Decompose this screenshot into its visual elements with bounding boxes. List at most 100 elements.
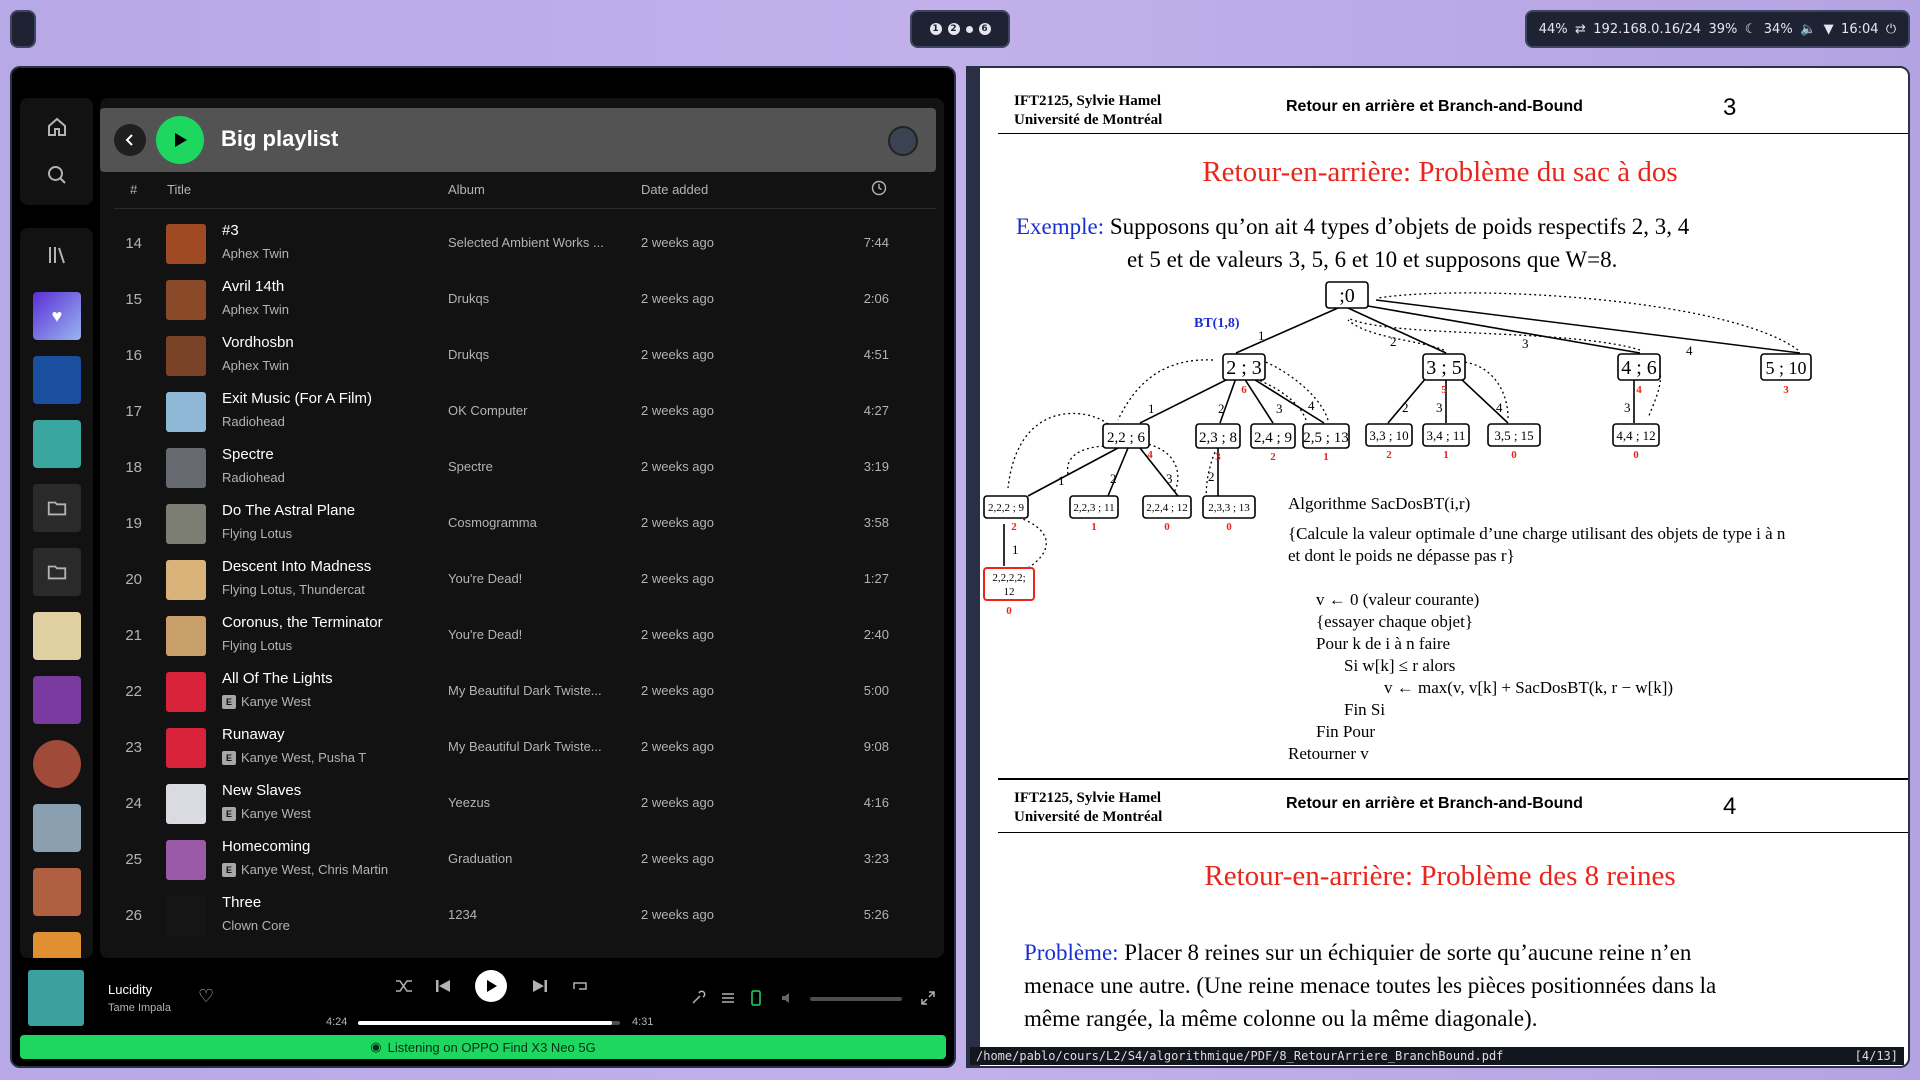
column-header-date[interactable]: Date added: [641, 182, 708, 197]
folder-icon[interactable]: [33, 484, 81, 532]
track-artist[interactable]: Kanye West: [241, 806, 311, 821]
track-title[interactable]: All Of The Lights: [222, 670, 333, 687]
track-title[interactable]: Runaway: [222, 726, 285, 743]
track-title[interactable]: Three: [222, 894, 261, 911]
track-album[interactable]: Selected Ambient Works ...: [448, 235, 628, 250]
track-title[interactable]: Coronus, the Terminator: [222, 614, 383, 631]
track-artist[interactable]: Aphex Twin: [222, 246, 289, 261]
library-item[interactable]: [33, 420, 81, 468]
table-row[interactable]: 19 Do The Astral Plane Flying Lotus Cosmogr…: [100, 496, 936, 552]
table-row[interactable]: 25 Homecoming E Kanye West, Chris Martin Gra…: [100, 832, 936, 888]
table-row[interactable]: 24 New Slaves E Kanye West Yeezus 2 weeks ago…: [100, 776, 936, 832]
track-title[interactable]: Vordhosbn: [222, 334, 294, 351]
library-item[interactable]: [33, 804, 81, 852]
table-row[interactable]: 23 Runaway E Kanye West, Pusha T My Beautifu…: [100, 720, 936, 776]
track-artist-line: Flying Lotus: [222, 526, 292, 541]
track-album[interactable]: My Beautiful Dark Twiste...: [448, 683, 628, 698]
column-header-album[interactable]: Album: [448, 182, 485, 197]
track-album[interactable]: Drukqs: [448, 347, 628, 362]
table-row[interactable]: 14 #3 Aphex Twin Selected Ambient Works ...…: [100, 216, 936, 272]
device-icon[interactable]: [750, 990, 762, 1011]
device-status-bar[interactable]: ◉ Listening on OPPO Find X3 Neo 5G: [20, 1035, 946, 1059]
progress-bar[interactable]: [358, 1021, 620, 1025]
now-playing-art[interactable]: [28, 970, 84, 1026]
workspace-1[interactable]: 1: [929, 23, 942, 35]
power-icon[interactable]: ⏻: [1886, 22, 1896, 37]
library-artist-avatar[interactable]: [33, 740, 81, 788]
track-title[interactable]: New Slaves: [222, 782, 301, 799]
next-icon[interactable]: [532, 978, 548, 999]
table-row[interactable]: 22 All Of The Lights E Kanye West My Beautif…: [100, 664, 936, 720]
library-icon[interactable]: [20, 240, 93, 270]
track-artist[interactable]: Kanye West, Pusha T: [241, 750, 366, 765]
fullscreen-icon[interactable]: [920, 990, 936, 1011]
track-artist[interactable]: Clown Core: [222, 918, 290, 933]
track-title[interactable]: Spectre: [222, 446, 274, 463]
track-date-added: 2 weeks ago: [641, 627, 714, 642]
track-album[interactable]: 1234: [448, 907, 628, 922]
folder-icon[interactable]: [33, 548, 81, 596]
library-item[interactable]: [33, 676, 81, 724]
clock-icon[interactable]: [871, 180, 887, 199]
track-title[interactable]: Exit Music (For A Film): [222, 390, 372, 407]
play-pause-button[interactable]: [475, 970, 507, 1002]
table-row[interactable]: 18 Spectre Radiohead Spectre 2 weeks ago 3:19: [100, 440, 936, 496]
track-artist[interactable]: Flying Lotus: [222, 638, 292, 653]
track-artist[interactable]: Kanye West, Chris Martin: [241, 862, 388, 877]
search-icon[interactable]: [20, 160, 93, 190]
play-button[interactable]: [156, 116, 204, 164]
track-artist[interactable]: Flying Lotus, Thundercat: [222, 582, 365, 597]
track-title[interactable]: Homecoming: [222, 838, 310, 855]
column-header-title[interactable]: Title: [167, 182, 191, 197]
library-item[interactable]: [33, 932, 81, 958]
like-heart-icon[interactable]: ♡: [198, 986, 214, 1007]
track-artist[interactable]: Flying Lotus: [222, 526, 292, 541]
track-album[interactable]: Drukqs: [448, 291, 628, 306]
volume-slider[interactable]: [810, 997, 902, 1001]
workspace-2[interactable]: 2: [947, 23, 960, 35]
table-row[interactable]: 15 Avril 14th Aphex Twin Drukqs 2 weeks ago 2…: [100, 272, 936, 328]
track-artist[interactable]: Aphex Twin: [222, 302, 289, 317]
launcher-button[interactable]: [10, 10, 36, 48]
shuffle-icon[interactable]: [395, 978, 413, 999]
table-row[interactable]: 26 Three Clown Core 1234 2 weeks ago 5:26: [100, 888, 936, 944]
back-button[interactable]: [114, 124, 146, 156]
track-album[interactable]: OK Computer: [448, 403, 628, 418]
track-artist[interactable]: Radiohead: [222, 414, 285, 429]
queue-icon[interactable]: [720, 990, 736, 1011]
track-artist[interactable]: Radiohead: [222, 470, 285, 485]
track-album[interactable]: Spectre: [448, 459, 628, 474]
workspace-3[interactable]: [965, 25, 973, 33]
track-title[interactable]: Do The Astral Plane: [222, 502, 355, 519]
lyrics-icon[interactable]: [690, 990, 706, 1011]
workspace-6[interactable]: 6: [978, 23, 991, 35]
track-title[interactable]: #3: [222, 222, 239, 239]
track-artist[interactable]: Aphex Twin: [222, 358, 289, 373]
algorithm-text: Algorithme SacDosBT(i,r) {Calcule la val…: [1288, 494, 1786, 763]
track-album[interactable]: You're Dead!: [448, 571, 628, 586]
track-album[interactable]: My Beautiful Dark Twiste...: [448, 739, 628, 754]
table-row[interactable]: 21 Coronus, the Terminator Flying Lotus You…: [100, 608, 936, 664]
now-playing-title[interactable]: Lucidity: [108, 982, 152, 997]
track-artist[interactable]: Kanye West: [241, 694, 311, 709]
home-icon[interactable]: [20, 112, 93, 142]
table-row[interactable]: 17 Exit Music (For A Film) Radiohead OK Com…: [100, 384, 936, 440]
table-row[interactable]: 16 Vordhosbn Aphex Twin Drukqs 2 weeks ago 4:…: [100, 328, 936, 384]
volume-icon[interactable]: [780, 990, 796, 1011]
library-item[interactable]: [33, 868, 81, 916]
album-art: [166, 896, 206, 936]
track-album[interactable]: You're Dead!: [448, 627, 628, 642]
track-album[interactable]: Yeezus: [448, 795, 628, 810]
track-album[interactable]: Cosmogramma: [448, 515, 628, 530]
previous-icon[interactable]: [435, 978, 451, 999]
track-title[interactable]: Descent Into Madness: [222, 558, 371, 575]
track-title[interactable]: Avril 14th: [222, 278, 284, 295]
library-item[interactable]: [33, 612, 81, 660]
table-row[interactable]: 20 Descent Into Madness Flying Lotus, Thun…: [100, 552, 936, 608]
avatar[interactable]: [888, 126, 918, 156]
track-album[interactable]: Graduation: [448, 851, 628, 866]
liked-songs-heart-icon[interactable]: ♥: [33, 292, 81, 340]
library-item[interactable]: [33, 356, 81, 404]
now-playing-artist[interactable]: Tame Impala: [108, 1002, 171, 1014]
repeat-icon[interactable]: [571, 978, 589, 999]
